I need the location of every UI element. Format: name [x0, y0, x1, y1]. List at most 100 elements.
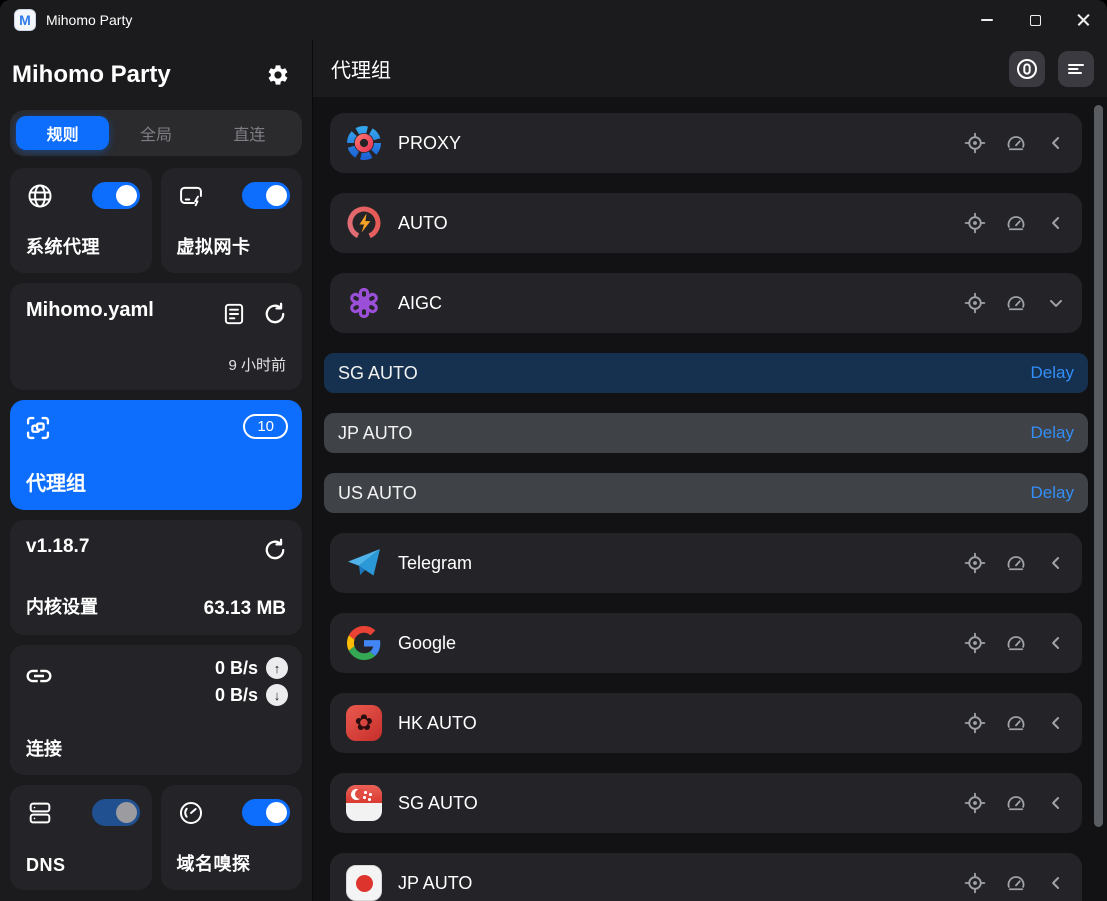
dns-icon — [26, 799, 54, 832]
profile-card[interactable]: Mihomo.yaml 9 小时前 — [10, 283, 302, 390]
minimize-button[interactable] — [963, 0, 1011, 40]
delay-button[interactable]: Delay — [1031, 363, 1074, 383]
dns-toggle[interactable] — [92, 799, 140, 826]
telegram-icon — [346, 545, 382, 581]
locate-icon[interactable] — [964, 292, 986, 314]
proxy-group-row[interactable]: ✿HK AUTO — [330, 693, 1082, 753]
core-settings-label: 内核设置 — [26, 593, 98, 619]
locate-icon[interactable] — [964, 552, 986, 574]
flag-sg-icon — [346, 785, 382, 821]
restart-core-button[interactable] — [261, 536, 288, 563]
delay-button[interactable]: Delay — [1031, 423, 1074, 443]
chevron-left-icon[interactable] — [1046, 873, 1066, 893]
delay-button[interactable]: Delay — [1031, 483, 1074, 503]
proxy-node-name: US AUTO — [338, 483, 417, 504]
dns-label: DNS — [26, 855, 66, 876]
proxy-node-row[interactable]: JP AUTODelay — [324, 413, 1088, 453]
scrollbar[interactable] — [1094, 105, 1103, 827]
edit-profile-button[interactable] — [220, 300, 247, 327]
proxy-group-row[interactable]: AUTO — [330, 193, 1082, 253]
dns-card[interactable]: DNS — [10, 785, 152, 890]
sort-lines-icon — [1064, 57, 1088, 81]
globe-icon — [26, 182, 54, 215]
sidebar-title: Mihomo Party — [12, 61, 171, 89]
chevron-left-icon[interactable] — [1046, 793, 1066, 813]
proxy-group-row[interactable]: Google — [330, 613, 1082, 673]
chevron-left-icon[interactable] — [1046, 633, 1066, 653]
maximize-button[interactable] — [1011, 0, 1059, 40]
main-panel: 代理组 PROXYAUTOAIGCSG AUTODelayJP AUTODela… — [313, 40, 1107, 901]
tab-rule[interactable]: 规则 — [16, 116, 109, 150]
delay-test-all-button[interactable] — [1009, 51, 1045, 87]
refresh-icon — [262, 537, 288, 563]
sniff-toggle[interactable] — [242, 799, 290, 826]
minimize-icon — [981, 19, 993, 21]
proxy-group-name: Telegram — [398, 553, 472, 574]
openai-icon — [346, 285, 382, 321]
settings-button[interactable] — [262, 59, 294, 91]
upload-arrow-icon: ↑ — [266, 657, 288, 679]
locate-icon[interactable] — [964, 872, 986, 894]
proxy-node-row[interactable]: US AUTO Delay — [324, 473, 1088, 513]
delay-test-icon[interactable] — [1005, 632, 1027, 654]
locate-icon[interactable] — [964, 212, 986, 234]
core-card[interactable]: v1.18.7 内核设置 63.13 MB — [10, 520, 302, 635]
proxy-group-name: AIGC — [398, 293, 442, 314]
sidebar: Mihomo Party 规则 全局 直连 系统代理 — [0, 40, 313, 901]
proxy-group-row[interactable]: AIGC — [330, 273, 1082, 333]
delay-test-icon[interactable] — [1005, 292, 1027, 314]
titlebar: M Mihomo Party — [0, 0, 1107, 40]
tab-direct[interactable]: 直连 — [203, 116, 296, 150]
delay-test-icon[interactable] — [1005, 712, 1027, 734]
delay-test-icon[interactable] — [1005, 212, 1027, 234]
proxy-groups-count-badge: 10 — [243, 414, 288, 439]
proxy-node-row[interactable]: SG AUTO Delay — [324, 353, 1088, 393]
tun-card[interactable]: 虚拟网卡 — [161, 168, 303, 273]
delay-test-icon[interactable] — [1005, 132, 1027, 154]
chevron-left-icon[interactable] — [1046, 553, 1066, 573]
system-proxy-label: 系统代理 — [26, 233, 100, 259]
tun-label: 虚拟网卡 — [177, 233, 251, 259]
proxy-group-row[interactable]: SG AUTO — [330, 773, 1082, 833]
main-header: 代理组 — [313, 40, 1107, 97]
proxy-group-row[interactable]: Telegram — [330, 533, 1082, 593]
sniff-card[interactable]: 域名嗅探 — [161, 785, 303, 890]
delay-test-icon[interactable] — [1005, 792, 1027, 814]
connections-label: 连接 — [26, 735, 62, 761]
locate-icon[interactable] — [964, 132, 986, 154]
system-proxy-toggle[interactable] — [92, 182, 140, 209]
tab-global[interactable]: 全局 — [109, 116, 202, 150]
proxy-groups-label: 代理组 — [26, 467, 86, 496]
circled-zero-icon — [1015, 57, 1039, 81]
system-proxy-card[interactable]: 系统代理 — [10, 168, 152, 273]
locate-icon[interactable] — [964, 632, 986, 654]
proxy-group-name: SG AUTO — [398, 793, 478, 814]
chevron-left-icon[interactable] — [1046, 133, 1066, 153]
chevron-down-icon[interactable] — [1046, 293, 1066, 313]
update-profile-button[interactable] — [261, 300, 288, 327]
proxy-group-row[interactable]: PROXY — [330, 113, 1082, 173]
chevron-left-icon[interactable] — [1046, 213, 1066, 233]
connections-card[interactable]: 0 B/s ↑ 0 B/s ↓ 连接 — [10, 645, 302, 775]
proxy-group-name: AUTO — [398, 213, 448, 234]
close-button[interactable] — [1059, 0, 1107, 40]
sort-button[interactable] — [1058, 51, 1094, 87]
core-version: v1.18.7 — [26, 536, 286, 558]
locate-icon[interactable] — [964, 712, 986, 734]
chevron-left-icon[interactable] — [1046, 713, 1066, 733]
document-icon — [221, 301, 247, 327]
proxy-node-name: SG AUTO — [338, 363, 418, 384]
auto-icon — [346, 205, 382, 241]
tun-toggle[interactable] — [242, 182, 290, 209]
proxy-group-name: Google — [398, 633, 456, 654]
core-memory-usage: 63.13 MB — [204, 598, 286, 620]
sniff-label: 域名嗅探 — [177, 850, 251, 876]
proxy-group-row[interactable]: JP AUTO — [330, 853, 1082, 901]
download-speed: 0 B/s — [215, 685, 258, 706]
proxy-group-name: JP AUTO — [398, 873, 472, 894]
proxy-groups-card[interactable]: 10 代理组 — [10, 400, 302, 510]
gear-icon — [266, 63, 290, 87]
locate-icon[interactable] — [964, 792, 986, 814]
delay-test-icon[interactable] — [1005, 872, 1027, 894]
delay-test-icon[interactable] — [1005, 552, 1027, 574]
